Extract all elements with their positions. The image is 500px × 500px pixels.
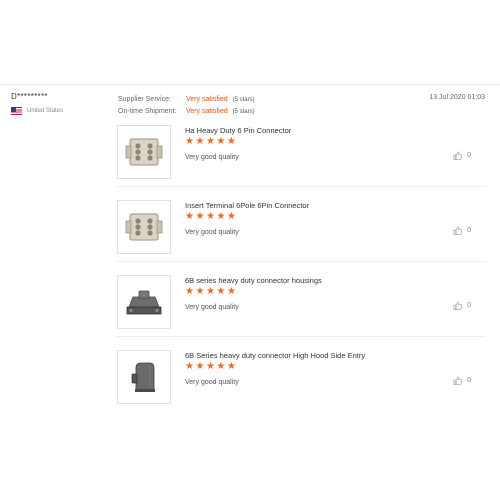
product-thumbnail[interactable]	[117, 350, 171, 404]
review-date: 13 Jul 2020 01:03	[429, 94, 485, 101]
product-rating-stars: ★ ★ ★ ★ ★	[185, 362, 236, 372]
rating-value: Very satisfied	[186, 96, 228, 103]
rating-label: On-time Shipment:	[118, 108, 177, 115]
like-button[interactable]: 0	[453, 301, 471, 310]
star-icon: ★	[226, 136, 236, 147]
product-review-item: Ha Heavy Duty 6 Pin Connector ★ ★ ★ ★ ★ Very…	[117, 125, 485, 191]
product-review-item: 6B series heavy duty connector housings …	[117, 275, 485, 341]
product-divider	[117, 336, 485, 337]
product-thumbnail[interactable]	[117, 200, 171, 254]
star-icon: ★	[185, 211, 194, 222]
star-icon: ★	[195, 361, 205, 372]
product-name[interactable]: 6B Series heavy duty connector High Hood…	[185, 351, 365, 360]
product-rating-stars: ★ ★ ★ ★ ★	[185, 137, 236, 147]
like-count: 0	[467, 377, 471, 384]
review-comment: Very good quality	[185, 304, 239, 311]
product-rating-stars: ★ ★ ★ ★ ★	[185, 212, 236, 222]
star-icon: ★	[216, 211, 226, 222]
star-icon: ★	[195, 286, 205, 297]
like-button[interactable]: 0	[453, 376, 471, 385]
star-icon: ★	[195, 136, 205, 147]
rating-label: Supplier Service:	[118, 96, 171, 103]
review-comment: Very good quality	[185, 229, 239, 236]
product-name[interactable]: 6B series heavy duty connector housings	[185, 276, 322, 285]
star-icon: ★	[185, 136, 194, 147]
connector-insert-icon	[125, 213, 163, 241]
connector-insert-icon	[125, 138, 163, 166]
thumbs-up-icon	[453, 151, 463, 160]
product-name[interactable]: Ha Heavy Duty 6 Pin Connector	[185, 126, 291, 135]
star-icon: ★	[205, 211, 215, 222]
connector-housing-icon	[126, 290, 162, 315]
country-name: United States	[27, 108, 64, 114]
review-comment: Very good quality	[185, 154, 239, 161]
product-divider	[117, 261, 485, 262]
product-name[interactable]: Insert Terminal 6Pole 6Pin Connector	[185, 201, 309, 210]
reviewer-info: D********* United States	[11, 92, 63, 115]
product-review-item: Insert Terminal 6Pole 6Pin Connector ★ ★ ★…	[117, 200, 485, 266]
product-review-item: 6B Series heavy duty connector High Hood…	[117, 350, 485, 416]
like-count: 0	[467, 227, 471, 234]
connector-hood-icon	[131, 362, 155, 392]
star-icon: ★	[205, 136, 215, 147]
thumbs-up-icon	[453, 376, 463, 385]
star-icon: ★	[216, 286, 226, 297]
review-top-divider	[0, 84, 500, 85]
reviewer-country: United States	[11, 107, 63, 115]
star-icon: ★	[216, 136, 226, 147]
supplier-ratings: Supplier Service: Very satisfied (5 star…	[118, 94, 255, 118]
thumbs-up-icon	[453, 301, 463, 310]
us-flag-icon	[11, 107, 22, 115]
rating-row-supplier-service: Supplier Service: Very satisfied (5 star…	[118, 94, 255, 106]
product-rating-stars: ★ ★ ★ ★ ★	[185, 287, 236, 297]
star-icon: ★	[185, 286, 194, 297]
product-thumbnail[interactable]	[117, 125, 171, 179]
like-button[interactable]: 0	[453, 226, 471, 235]
star-icon: ★	[216, 361, 226, 372]
star-icon: ★	[226, 286, 236, 297]
reviewer-name: D*********	[11, 92, 48, 101]
star-icon: ★	[185, 361, 194, 372]
rating-value: Very satisfied	[186, 108, 228, 115]
star-icon: ★	[226, 211, 236, 222]
product-thumbnail[interactable]	[117, 275, 171, 329]
star-icon: ★	[226, 361, 236, 372]
like-count: 0	[467, 152, 471, 159]
rating-stars-text: (5 stars)	[232, 97, 255, 103]
star-icon: ★	[205, 361, 215, 372]
star-icon: ★	[195, 211, 205, 222]
thumbs-up-icon	[453, 226, 463, 235]
review-comment: Very good quality	[185, 379, 239, 386]
like-button[interactable]: 0	[453, 151, 471, 160]
rating-stars-text: (5 stars)	[232, 109, 255, 115]
rating-row-ontime-shipment: On-time Shipment: Very satisfied (5 star…	[118, 106, 255, 118]
star-icon: ★	[205, 286, 215, 297]
product-divider	[117, 186, 485, 187]
like-count: 0	[467, 302, 471, 309]
